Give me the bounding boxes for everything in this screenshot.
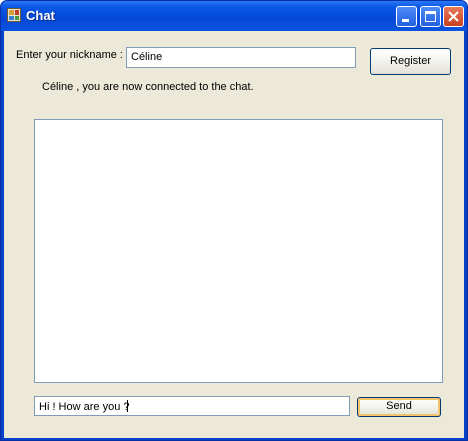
maximize-icon — [425, 11, 436, 22]
close-icon — [448, 11, 459, 22]
maximize-button[interactable] — [420, 6, 441, 27]
send-button[interactable]: Send — [357, 397, 441, 417]
title-bar[interactable]: Chat — [1, 1, 467, 31]
text-cursor — [127, 400, 129, 412]
window-title: Chat — [26, 8, 55, 23]
register-button[interactable]: Register — [370, 48, 451, 75]
nickname-label: Enter your nickname : — [16, 49, 123, 61]
app-icon — [7, 8, 21, 22]
minimize-icon — [402, 19, 409, 22]
nickname-input[interactable]: Céline — [126, 47, 356, 68]
minimize-button[interactable] — [396, 6, 417, 27]
status-text: Céline , you are now connected to the ch… — [42, 81, 254, 93]
message-input[interactable]: Hi ! How are you ? — [34, 396, 350, 416]
chat-window: Chat Enter your nickname : Céline Regist… — [0, 0, 468, 441]
close-button[interactable] — [443, 6, 464, 27]
client-area: Enter your nickname : Céline Register Cé… — [4, 31, 464, 438]
message-text: Hi ! How are you ? — [39, 401, 130, 413]
chat-log[interactable] — [34, 119, 443, 383]
